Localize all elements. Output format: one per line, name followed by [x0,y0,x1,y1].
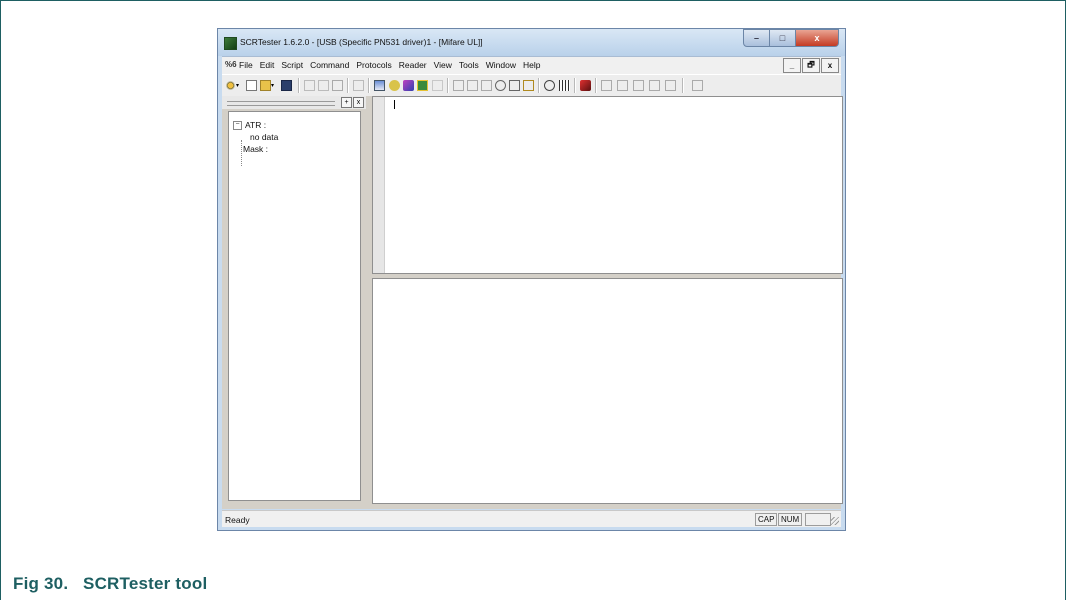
cmd-up-icon[interactable] [467,79,478,92]
arrow-2-icon[interactable] [617,79,628,92]
hand-icon[interactable] [495,79,506,92]
script-editor[interactable] [372,96,843,274]
menu-command[interactable]: Command [310,60,349,70]
left-panel-header: + x [222,96,366,109]
output-pane[interactable] [372,278,843,504]
editor-gutter [373,97,385,273]
data-icon[interactable] [417,79,428,92]
connect-icon[interactable]: ▾ [225,79,239,92]
menu-protocols[interactable]: Protocols [356,60,391,70]
sort-icon[interactable] [523,79,534,92]
num-indicator: NUM [778,513,803,526]
resize-grip[interactable] [831,517,839,525]
clock-icon[interactable] [544,79,555,92]
tree-node-mask[interactable]: Mask : [233,144,278,156]
mdi-minimize-button[interactable]: _ [783,58,801,73]
menu-window[interactable]: Window [486,60,516,70]
m-icon[interactable] [692,79,703,92]
save-icon[interactable] [281,79,292,92]
figure-title: SCRTester tool [83,574,208,593]
cmd-down-icon[interactable] [481,79,492,92]
menu-file[interactable]: File [239,60,253,70]
maximize-button[interactable]: □ [770,29,796,47]
menu-reader[interactable]: Reader [399,60,427,70]
arrow-1-icon[interactable] [601,79,612,92]
system-menu-icon[interactable]: %6 [225,60,237,69]
close-button[interactable]: x [796,29,839,47]
open-folder-icon[interactable]: ▾ [260,79,274,92]
caps-indicator: CAP [755,513,778,526]
left-panel-close-button[interactable]: x [353,97,364,108]
grip-handle[interactable] [227,101,335,106]
left-panel-pin-button[interactable]: + [341,97,352,108]
batch-icon[interactable] [374,79,385,92]
arrow-4-icon[interactable] [649,79,660,92]
cmd-step-icon[interactable] [453,79,464,92]
grid-icon[interactable] [559,79,570,92]
cut-icon[interactable] [304,79,315,92]
menu-tools[interactable]: Tools [459,60,479,70]
client-area: + x − ATR : no data Mask : [222,96,843,509]
figure-label: Fig 30. [13,574,69,593]
marker-icon[interactable] [580,79,591,92]
print-icon[interactable] [353,79,364,92]
toolbar: ▾ ▾ [222,74,841,97]
paste-icon[interactable] [332,79,343,92]
mdi-restore-button[interactable]: 🗗 [802,58,820,73]
app-icon [224,37,237,50]
scroll-indicator [805,513,831,526]
erase-icon[interactable] [403,79,414,92]
arrow-5-icon[interactable] [665,79,676,92]
menu-bar: %6 File Edit Script Command Protocols Re… [222,56,841,74]
arrow-3-icon[interactable] [633,79,644,92]
reg-icon[interactable] [432,79,443,92]
new-file-icon[interactable] [246,79,257,92]
app-window: SCRTester 1.6.2.0 - [USB (Specific PN531… [217,28,846,531]
window-title: SCRTester 1.6.2.0 - [USB (Specific PN531… [240,37,483,47]
status-bar: Ready CAP NUM [222,510,841,527]
script-icon[interactable] [389,79,400,92]
minimize-button[interactable]: – [743,29,770,47]
figure-caption: Fig 30. SCRTester tool [13,574,207,594]
menu-view[interactable]: View [434,60,452,70]
menu-script[interactable]: Script [281,60,303,70]
tree-node-no-data[interactable]: no data [233,132,278,144]
title-bar[interactable]: SCRTester 1.6.2.0 - [USB (Specific PN531… [218,29,845,56]
copy-icon[interactable] [318,79,329,92]
collapse-icon[interactable]: − [233,121,242,131]
text-cursor [394,100,395,109]
status-text: Ready [225,515,250,525]
menu-edit[interactable]: Edit [260,60,275,70]
run-icon[interactable] [509,79,520,92]
tree-node-atr[interactable]: − ATR : [233,120,278,132]
menu-help[interactable]: Help [523,60,540,70]
tree-panel: − ATR : no data Mask : [228,111,361,501]
mdi-close-button[interactable]: x [821,58,839,73]
